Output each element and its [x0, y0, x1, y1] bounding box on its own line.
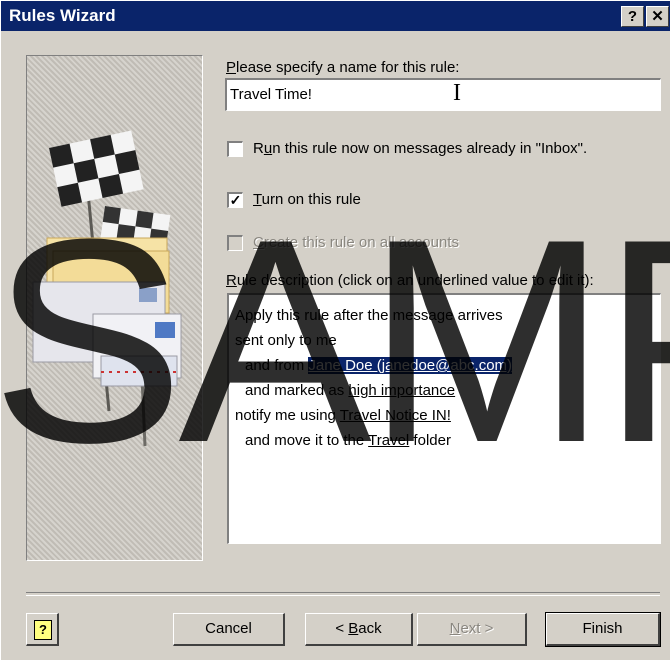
cancel-button[interactable]: Cancel	[173, 613, 285, 646]
window-title: Rules Wizard	[9, 6, 116, 25]
description-line: sent only to me	[235, 332, 337, 349]
turn-on-checkbox[interactable]: ✓	[227, 192, 243, 208]
back-button[interactable]: < Back	[305, 613, 413, 646]
help-question-button[interactable]: ?	[26, 613, 59, 646]
text-cursor-icon: I	[453, 80, 461, 106]
title-bar[interactable]: Rules Wizard ? ✕	[1, 1, 670, 31]
description-line: and marked as high importance	[245, 382, 456, 399]
checkered-flag-illustration	[32, 130, 182, 447]
folder-link[interactable]: Travel	[368, 432, 409, 449]
run-now-checkbox[interactable]	[227, 141, 243, 157]
all-accounts-label: Create this rule on all accounts	[253, 234, 459, 251]
rule-name-input[interactable]: Travel Time!	[225, 78, 661, 111]
next-button: Next >	[417, 613, 527, 646]
sender-link[interactable]: Jane Doe (janedoe@abc.com)	[307, 356, 514, 375]
importance-link[interactable]: high importance	[348, 382, 455, 399]
run-now-label[interactable]: Run this rule now on messages already in…	[253, 140, 587, 157]
close-button[interactable]: ✕	[646, 6, 669, 27]
description-line: and move it to the Travel folder	[245, 432, 451, 449]
help-button[interactable]: ?	[621, 6, 644, 27]
divider	[26, 592, 660, 596]
turn-on-label[interactable]: Turn on this rule	[253, 191, 361, 208]
rules-wizard-window: Rules Wizard ? ✕ Please specify a name f…	[0, 0, 670, 660]
description-line: Apply this rule after the message arrive…	[235, 307, 503, 324]
rule-name-label: Please specify a name for this rule:	[226, 59, 460, 76]
help-icon: ?	[627, 8, 638, 25]
wizard-illustration	[26, 55, 203, 561]
description-line: notify me using Travel Notice IN!	[235, 407, 451, 424]
notice-link[interactable]: Travel Notice IN!	[340, 407, 451, 424]
all-accounts-checkbox	[227, 235, 243, 251]
checkmark-icon: ✓	[229, 192, 242, 208]
rule-description-label: Rule description (click on an underlined…	[226, 272, 594, 289]
rule-description-box: Apply this rule after the message arrive…	[227, 293, 661, 544]
close-icon: ✕	[651, 8, 664, 25]
question-icon: ?	[34, 620, 52, 640]
description-line: and from Jane Doe (janedoe@abc.com)	[245, 356, 514, 375]
finish-button[interactable]: Finish	[545, 612, 661, 647]
